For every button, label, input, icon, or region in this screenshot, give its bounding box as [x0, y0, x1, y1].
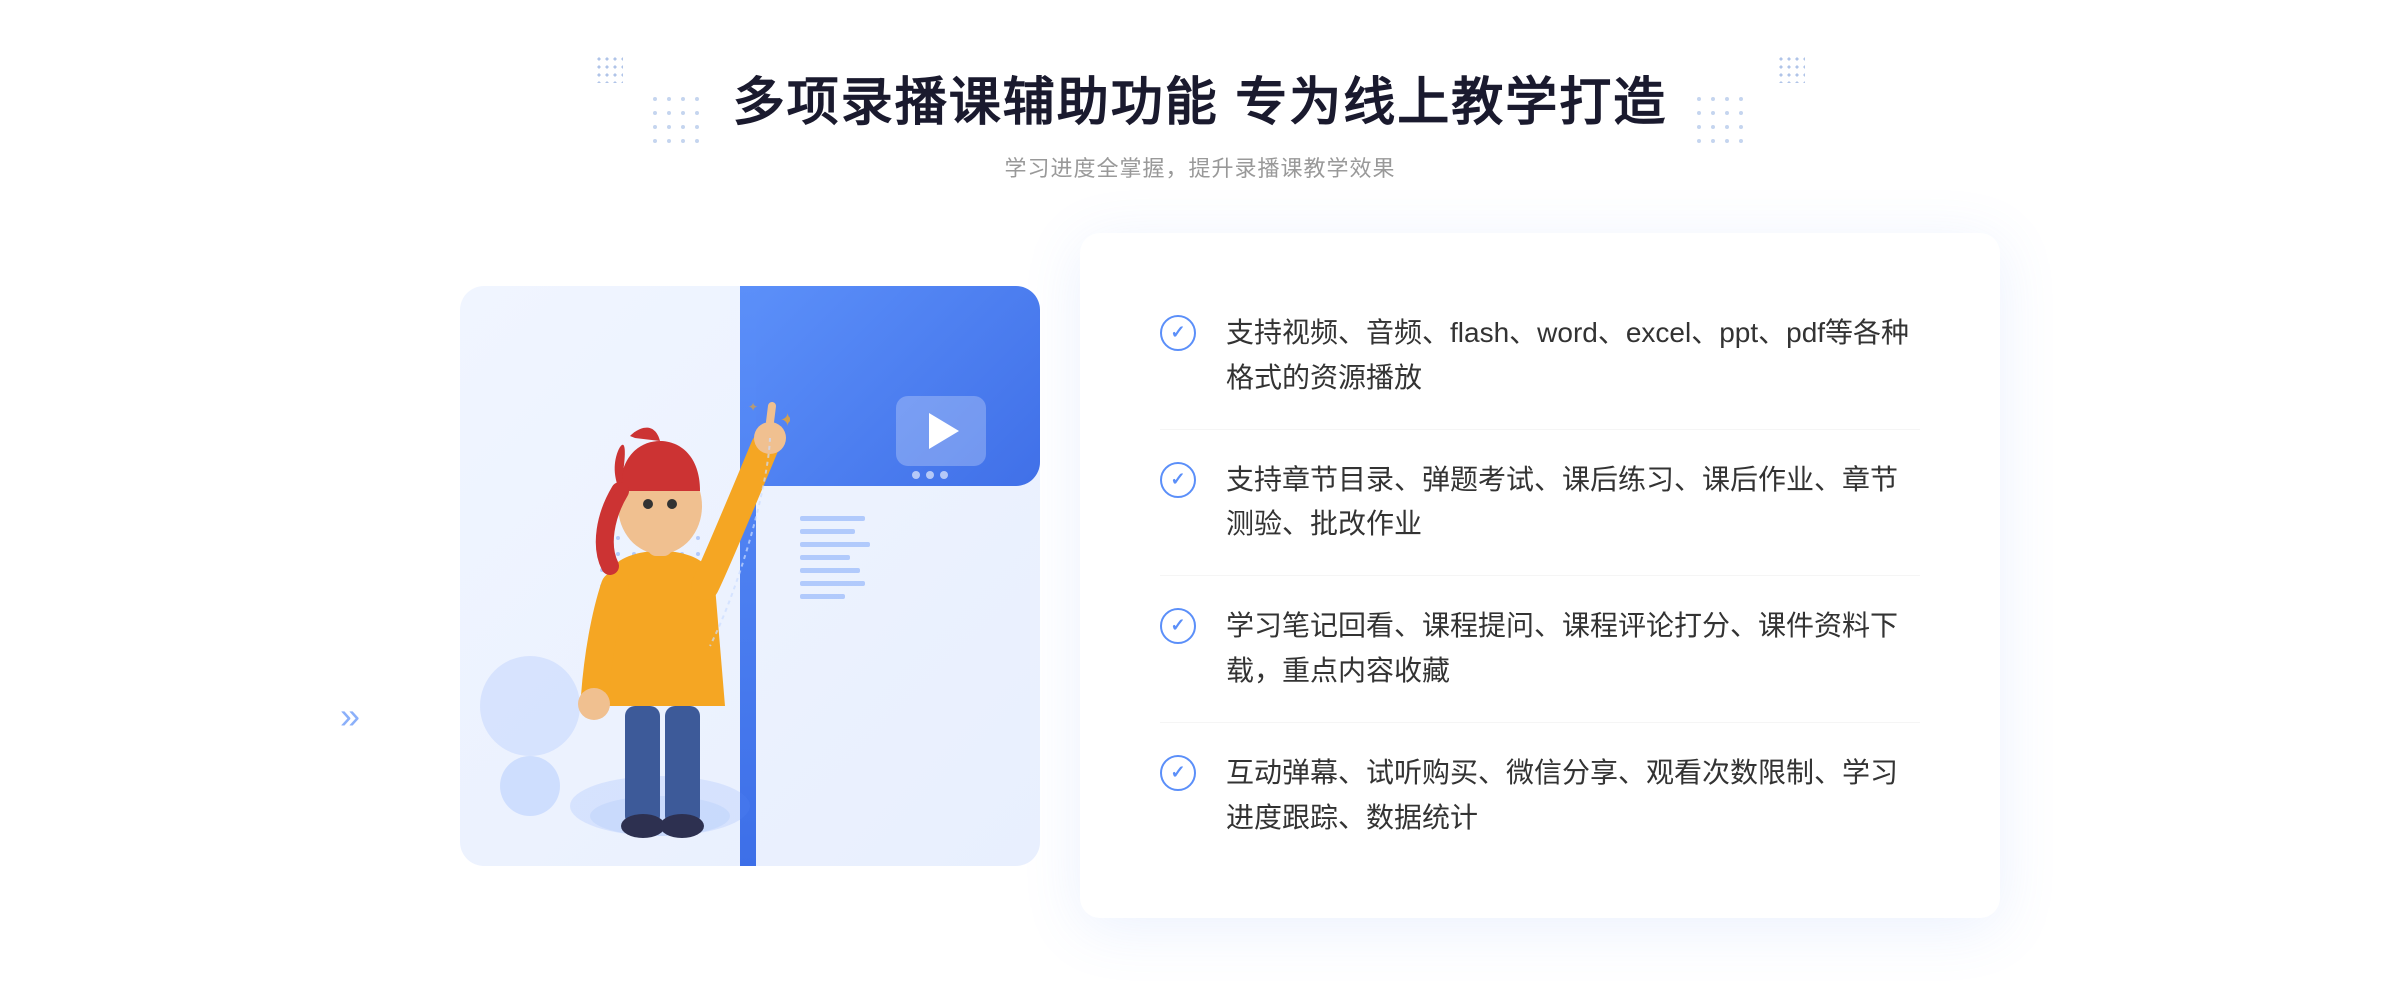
svg-text:✦: ✦ — [748, 400, 758, 414]
dot — [653, 125, 657, 129]
stripe — [800, 529, 855, 534]
header-dots-right — [1697, 97, 1747, 147]
feature-text-4: 互动弹幕、试听购买、微信分享、观看次数限制、学习进度跟踪、数据统计 — [1226, 751, 1920, 841]
header-dots-left — [653, 97, 703, 147]
svg-text:✦: ✦ — [780, 410, 790, 430]
top-blue-card — [756, 286, 1040, 486]
check-circle-2: ✓ — [1160, 462, 1196, 498]
feature-item-2: ✓ 支持章节目录、弹题考试、课后练习、课后作业、章节测验、批改作业 — [1160, 430, 1920, 577]
dot — [653, 111, 657, 115]
stripe — [800, 516, 865, 521]
dot — [1697, 125, 1701, 129]
dot — [695, 139, 699, 143]
stripe — [800, 542, 870, 547]
dot — [1711, 139, 1715, 143]
dot — [681, 97, 685, 101]
dot — [1739, 97, 1743, 101]
content-area: ✦ ✦ » ✓ 支持视频、音频、flash、word、excel、ppt、pdf… — [400, 233, 2000, 918]
features-panel: ✓ 支持视频、音频、flash、word、excel、ppt、pdf等各种格式的… — [1080, 233, 2000, 918]
dot — [1725, 111, 1729, 115]
dot — [1725, 139, 1729, 143]
dot — [1697, 111, 1701, 115]
dot — [1739, 111, 1743, 115]
dot — [1739, 125, 1743, 129]
dot — [695, 97, 699, 101]
speech-dot-3 — [940, 471, 948, 479]
dot — [695, 111, 699, 115]
page-container: 多项录播课辅助功能 专为线上教学打造 学习进度全掌握，提升录播课教学效果 — [0, 0, 2400, 998]
speech-dot-1 — [912, 471, 920, 479]
stripes-decoration — [800, 516, 870, 606]
dot — [695, 125, 699, 129]
dot — [681, 139, 685, 143]
check-mark-icon: ✓ — [1170, 763, 1185, 781]
dot — [1697, 139, 1701, 143]
dot — [667, 125, 671, 129]
dot — [653, 139, 657, 143]
dot — [1711, 97, 1715, 101]
speech-dots — [912, 471, 948, 479]
dot — [681, 111, 685, 115]
dot — [667, 111, 671, 115]
feature-text-3: 学习笔记回看、课程提问、课程评论打分、课件资料下载，重点内容收藏 — [1226, 604, 1920, 694]
check-circle-4: ✓ — [1160, 755, 1196, 791]
dot — [667, 139, 671, 143]
feature-text-1: 支持视频、音频、flash、word、excel、ppt、pdf等各种格式的资源… — [1226, 311, 1920, 401]
check-circle-1: ✓ — [1160, 315, 1196, 351]
dot — [1711, 125, 1715, 129]
stripe — [800, 594, 845, 599]
dot — [681, 125, 685, 129]
left-arrows-icon: » — [340, 695, 360, 737]
play-triangle-icon — [929, 413, 959, 449]
dot — [653, 97, 657, 101]
dot — [1725, 125, 1729, 129]
dot — [1725, 97, 1729, 101]
feature-item-3: ✓ 学习笔记回看、课程提问、课程评论打分、课件资料下载，重点内容收藏 — [1160, 576, 1920, 723]
illustration-wrapper: ✦ ✦ » — [400, 236, 1080, 916]
header-section: 多项录播课辅助功能 专为线上教学打造 学习进度全掌握，提升录播课教学效果 — [733, 60, 1667, 183]
main-title: 多项录播课辅助功能 专为线上教学打造 — [733, 60, 1667, 135]
stripe — [800, 555, 850, 560]
check-circle-3: ✓ — [1160, 608, 1196, 644]
stripe — [800, 568, 860, 573]
dot — [1697, 97, 1701, 101]
play-button-area — [896, 396, 986, 466]
dot — [1739, 139, 1743, 143]
sub-title: 学习进度全掌握，提升录播课教学效果 — [733, 151, 1667, 183]
feature-text-2: 支持章节目录、弹题考试、课后练习、课后作业、章节测验、批改作业 — [1226, 458, 1920, 548]
feature-item-4: ✓ 互动弹幕、试听购买、微信分享、观看次数限制、学习进度跟踪、数据统计 — [1160, 723, 1920, 869]
feature-item-1: ✓ 支持视频、音频、flash、word、excel、ppt、pdf等各种格式的… — [1160, 283, 1920, 430]
check-mark-icon: ✓ — [1170, 323, 1185, 341]
dot — [667, 97, 671, 101]
check-mark-icon: ✓ — [1170, 470, 1185, 488]
person-illustration: ✦ ✦ — [530, 386, 790, 886]
check-mark-icon: ✓ — [1170, 616, 1185, 634]
speech-dot-2 — [926, 471, 934, 479]
dot — [1711, 111, 1715, 115]
stripe — [800, 581, 865, 586]
